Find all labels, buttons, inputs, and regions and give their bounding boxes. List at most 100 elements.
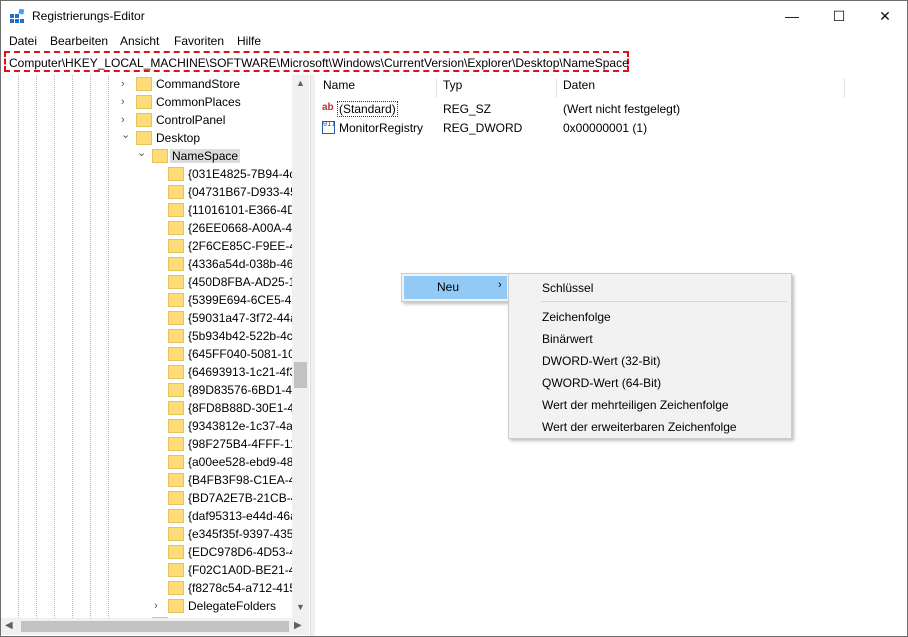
tree-item-guid[interactable]: {11016101-E366-4D2 [151, 202, 303, 220]
folder-icon [168, 239, 184, 253]
menu-help[interactable]: Hilfe [237, 34, 261, 48]
tree-item-controlpanel[interactable]: › ControlPanel [119, 112, 299, 130]
tree-item-guid[interactable]: {a00ee528-ebd9-48b [151, 454, 301, 472]
maximize-button[interactable]: ☐ [816, 1, 862, 32]
value-type: REG_DWORD [443, 121, 523, 135]
submenu-key[interactable]: Schlüssel [542, 281, 593, 295]
chevron-right-icon[interactable]: › [154, 600, 164, 612]
tree-item-label: Desktop [156, 131, 201, 145]
folder-icon [168, 437, 184, 451]
tree-item-commonplaces[interactable]: › CommonPlaces [119, 94, 299, 112]
scroll-right-icon[interactable]: ▶ [294, 620, 302, 631]
folder-open-icon [136, 131, 152, 145]
tree-item-guid[interactable]: {64693913-1c21-4f3 [151, 364, 301, 382]
column-header-data[interactable]: Daten [563, 78, 595, 98]
tree-item-guid[interactable]: {5b934b42-522b-4c3 [151, 328, 301, 346]
chevron-right-icon[interactable]: › [121, 114, 131, 126]
tree-item-label: {26EE0668-A00A-44I [188, 221, 303, 235]
folder-icon [168, 293, 184, 307]
tree-item-guid[interactable]: {e345f35f-9397-435 [151, 526, 301, 544]
tree-item-guid[interactable]: {59031a47-3f72-44a [151, 310, 301, 328]
tree-item-label: {645FF040-5081-101 [188, 347, 302, 361]
chevron-down-icon[interactable]: ⌄ [121, 129, 131, 141]
scroll-down-icon[interactable]: ▼ [296, 602, 305, 612]
folder-icon [168, 365, 184, 379]
tree-item-label: {e345f35f-9397-435 [188, 527, 294, 541]
submenu-expandable-string-value[interactable]: Wert der erweiterbaren Zeichenfolge [542, 420, 737, 434]
folder-icon [168, 311, 184, 325]
tree-item-guid[interactable]: {4336a54d-038b-468 [151, 256, 301, 274]
tree-item-guid[interactable]: {f8278c54-a712-415I [151, 580, 301, 598]
tree-item-guid[interactable]: {B4FB3F98-C1EA-42 [151, 472, 302, 490]
column-header-type[interactable]: Typ [443, 78, 462, 98]
submenu-string-value[interactable]: Zeichenfolge [542, 310, 611, 324]
tree-item-label: {EDC978D6-4D53-4b [188, 545, 303, 559]
tree-item-namespace[interactable]: ⌄ NameSpace [135, 147, 295, 166]
tree-vertical-scrollbar[interactable]: ▲ ▼ [292, 75, 309, 618]
tree-item-label: {89D83576-6BD1-4c [188, 383, 299, 397]
menu-favorites[interactable]: Favoriten [174, 34, 224, 48]
folder-icon [136, 113, 152, 127]
tree-item-guid[interactable]: {645FF040-5081-101 [151, 346, 301, 364]
menu-view[interactable]: Ansicht [120, 34, 159, 48]
submenu-dword-value[interactable]: DWORD-Wert (32-Bit) [542, 354, 660, 368]
chevron-right-icon: › [498, 279, 502, 291]
tree-item-guid[interactable]: {98F275B4-4FFF-11E [151, 436, 305, 454]
chevron-down-icon[interactable]: ⌄ [137, 147, 147, 159]
column-divider[interactable] [844, 78, 845, 98]
tree-item-commandstore[interactable]: › CommandStore [119, 76, 299, 94]
tree-item-label: {59031a47-3f72-44a [188, 311, 297, 325]
tree-item-guid[interactable]: {8FD8B88D-30E1-4F [151, 400, 301, 418]
folder-icon [168, 527, 184, 541]
menu-file[interactable]: Datei [9, 34, 37, 48]
tree-item-guid[interactable]: {9343812e-1c37-4a4 [151, 418, 301, 436]
tree-item-guid[interactable]: {450D8FBA-AD25-1 [151, 274, 301, 292]
scroll-left-icon[interactable]: ◀ [5, 620, 13, 631]
tree-guide-line [90, 75, 91, 618]
tree-item-guid[interactable]: {04731B67-D933-450 [151, 184, 303, 202]
tree-item-label: DelegateFolders [188, 599, 277, 613]
menu-edit[interactable]: Bearbeiten [50, 34, 108, 48]
tree-item-guid[interactable]: {EDC978D6-4D53-4b [151, 544, 303, 562]
chevron-right-icon[interactable]: › [121, 78, 131, 90]
column-header-name[interactable]: Name [323, 78, 355, 98]
close-button[interactable]: ✕ [862, 1, 907, 32]
folder-icon [168, 185, 184, 199]
tree-item-guid[interactable]: {daf95313-e44d-46a [151, 508, 301, 526]
folder-icon [136, 77, 152, 91]
tree-item-label: {11016101-E366-4D2 [188, 203, 303, 217]
tree-item-guid[interactable]: {BD7A2E7B-21CB-4 [151, 490, 301, 508]
tree-item-guid[interactable]: {2F6CE85C-F9EE-43 [151, 238, 303, 256]
submenu-multi-string-value[interactable]: Wert der mehrteiligen Zeichenfolge [542, 398, 729, 412]
submenu-qword-value[interactable]: QWORD-Wert (64-Bit) [542, 376, 661, 390]
scrollbar-thumb[interactable] [294, 362, 307, 388]
menu-item-new[interactable]: Neu › [404, 276, 507, 299]
tree-item-guid[interactable]: {26EE0668-A00A-44I [151, 220, 303, 238]
registry-editor-window: Registrierungs-Editor — ☐ ✕ Datei Bearbe… [0, 0, 908, 637]
tree-horizontal-scrollbar[interactable]: ◀ ▶ [1, 618, 309, 635]
submenu-binary-value[interactable]: Binärwert [542, 332, 593, 346]
tree-item-guid[interactable]: {89D83576-6BD1-4c [151, 382, 301, 400]
column-divider[interactable] [556, 78, 557, 98]
tree-item-guid[interactable]: {031E4825-7B94-4dc [151, 166, 302, 184]
tree-item-guid[interactable]: {5399E694-6CE5-4D [151, 292, 301, 310]
address-bar[interactable]: Computer\HKEY_LOCAL_MACHINE\SOFTWARE\Mic… [4, 51, 629, 72]
tree-item-label: CommandStore [156, 77, 241, 91]
column-divider[interactable] [436, 78, 437, 98]
value-name[interactable]: (Standard) [337, 101, 398, 117]
tree-item-guid[interactable]: {F02C1A0D-BE21-43 [151, 562, 302, 580]
folder-icon [168, 167, 184, 181]
title-bar: Registrierungs-Editor — ☐ ✕ [1, 1, 907, 32]
tree-item-desktop[interactable]: ⌄ Desktop [119, 129, 299, 148]
folder-icon [168, 383, 184, 397]
menu-separator [541, 301, 787, 302]
minimize-button[interactable]: — [769, 1, 815, 32]
chevron-right-icon[interactable]: › [121, 96, 131, 108]
tree-item-delegatefolders[interactable]: › DelegateFolders [151, 598, 301, 616]
tree-item-label: {daf95313-e44d-46a [188, 509, 297, 523]
scroll-up-icon[interactable]: ▲ [296, 78, 305, 88]
address-path[interactable]: Computer\HKEY_LOCAL_MACHINE\SOFTWARE\Mic… [9, 56, 629, 70]
folder-icon [168, 563, 184, 577]
value-name[interactable]: MonitorRegistry [339, 121, 423, 135]
scrollbar-thumb[interactable] [21, 621, 289, 632]
